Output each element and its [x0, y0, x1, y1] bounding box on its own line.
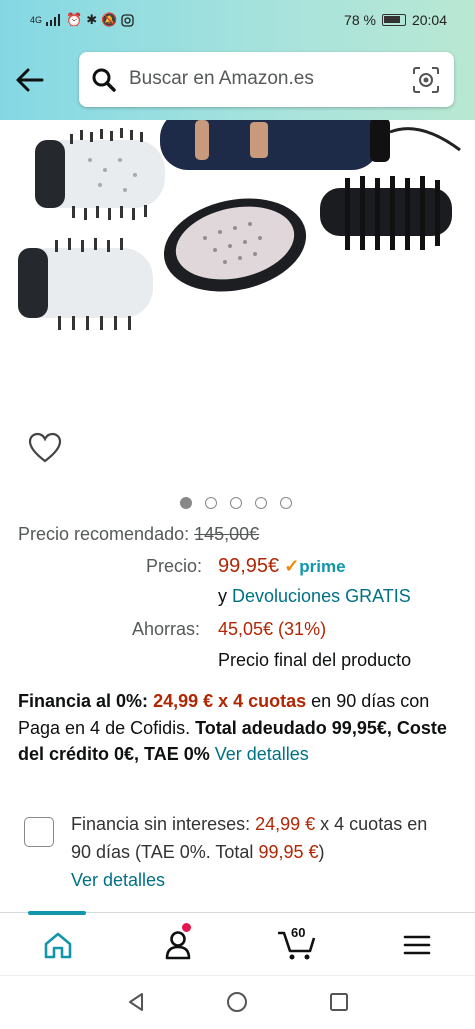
search-icon — [92, 68, 116, 92]
recommended-price-row: Precio recomendado: 145,00€ — [18, 524, 259, 545]
network-type: 4G — [30, 14, 43, 25]
bristle-brush — [320, 176, 452, 250]
battery-percent: 78 % — [344, 12, 376, 28]
price-row: 99,95€ ✓prime — [218, 555, 346, 578]
pager-dot[interactable] — [205, 497, 217, 509]
app-tab-bar: 60 — [0, 911, 475, 975]
savings-label: Ahorras: — [132, 619, 201, 639]
battery-icon — [381, 14, 406, 26]
recommended-price-label: Precio recomendado: — [18, 524, 190, 544]
pager-dot[interactable] — [180, 497, 192, 509]
nav-back-icon[interactable] — [125, 991, 147, 1013]
pager-dot[interactable] — [280, 497, 292, 509]
account-icon — [165, 931, 191, 960]
recommended-price-value: 145,00€ — [194, 524, 260, 544]
search-input[interactable] — [129, 63, 399, 95]
back-arrow-icon[interactable] — [12, 62, 48, 98]
mute-icon: 🔕 — [101, 12, 118, 27]
status-icons-right: 78 % 20:04 — [344, 12, 447, 28]
bluetooth-icon: ✱ — [86, 12, 98, 27]
financing-details-link[interactable]: Ver detalles — [215, 744, 309, 764]
status-icons-left: 4G ⏰ ✱ 🔕 — [30, 12, 134, 28]
status-bar: 4G ⏰ ✱ 🔕 78 % 20:04 — [0, 0, 475, 40]
round-brush-large — [35, 128, 165, 220]
instagram-icon — [121, 13, 134, 27]
camera-scan-icon[interactable] — [412, 66, 440, 94]
price-value: 99,95€ — [218, 555, 280, 577]
price-label: Precio: — [146, 556, 203, 576]
returns-row: y Devoluciones GRATIS — [218, 586, 411, 607]
pager-dot[interactable] — [255, 497, 267, 509]
account-tab[interactable] — [158, 923, 198, 963]
returns-prefix: y — [218, 586, 227, 606]
prime-badge: prime — [299, 557, 346, 576]
search-box[interactable] — [79, 52, 454, 107]
final-price-note: Precio final del producto — [218, 650, 412, 670]
paddle-brush — [163, 198, 307, 292]
heart-icon[interactable] — [28, 432, 62, 464]
cart-tab[interactable]: 60 — [276, 925, 322, 963]
financing-option-details-link[interactable]: Ver detalles — [71, 870, 165, 890]
pager-dot[interactable] — [230, 497, 242, 509]
cart-count: 60 — [291, 925, 306, 940]
financing-info: Financia al 0%: 24,99 € x 4 cuotas en 90… — [18, 688, 458, 768]
menu-icon[interactable] — [397, 927, 437, 963]
home-icon[interactable] — [38, 927, 78, 963]
clock: 20:04 — [411, 12, 447, 28]
product-image[interactable] — [0, 120, 475, 360]
financing-option: Financia sin intereses: 24,99 € x 4 cuot… — [71, 810, 451, 894]
financing-option-close: ) — [318, 842, 325, 862]
financing-option-installment: 24,99 € — [255, 814, 316, 834]
financing-title: Financia al 0%: — [18, 691, 149, 711]
active-tab-indicator — [28, 911, 86, 915]
prime-check-icon: ✓ — [284, 556, 300, 576]
nav-home-icon[interactable] — [226, 991, 248, 1013]
image-pager — [180, 497, 292, 509]
nav-recents-icon[interactable] — [328, 991, 350, 1013]
financing-option-label: Financia sin intereses: — [71, 814, 256, 834]
financing-checkbox[interactable] — [24, 817, 54, 847]
notification-dot — [182, 923, 191, 932]
alarm-icon: ⏰ — [66, 12, 83, 27]
signal-icon — [46, 14, 61, 26]
savings-value: 45,05€ (31%) — [218, 619, 327, 639]
round-brush-small — [18, 238, 153, 330]
free-returns-link[interactable]: Devoluciones GRATIS — [232, 586, 411, 606]
financing-option-total: 99,95 € — [258, 842, 319, 862]
dryer-body — [160, 120, 461, 170]
header-bar: 4G ⏰ ✱ 🔕 78 % 20:04 — [0, 0, 475, 120]
system-nav-bar — [0, 975, 475, 1029]
financing-installments: 24,99 € x 4 cuotas — [153, 691, 307, 711]
